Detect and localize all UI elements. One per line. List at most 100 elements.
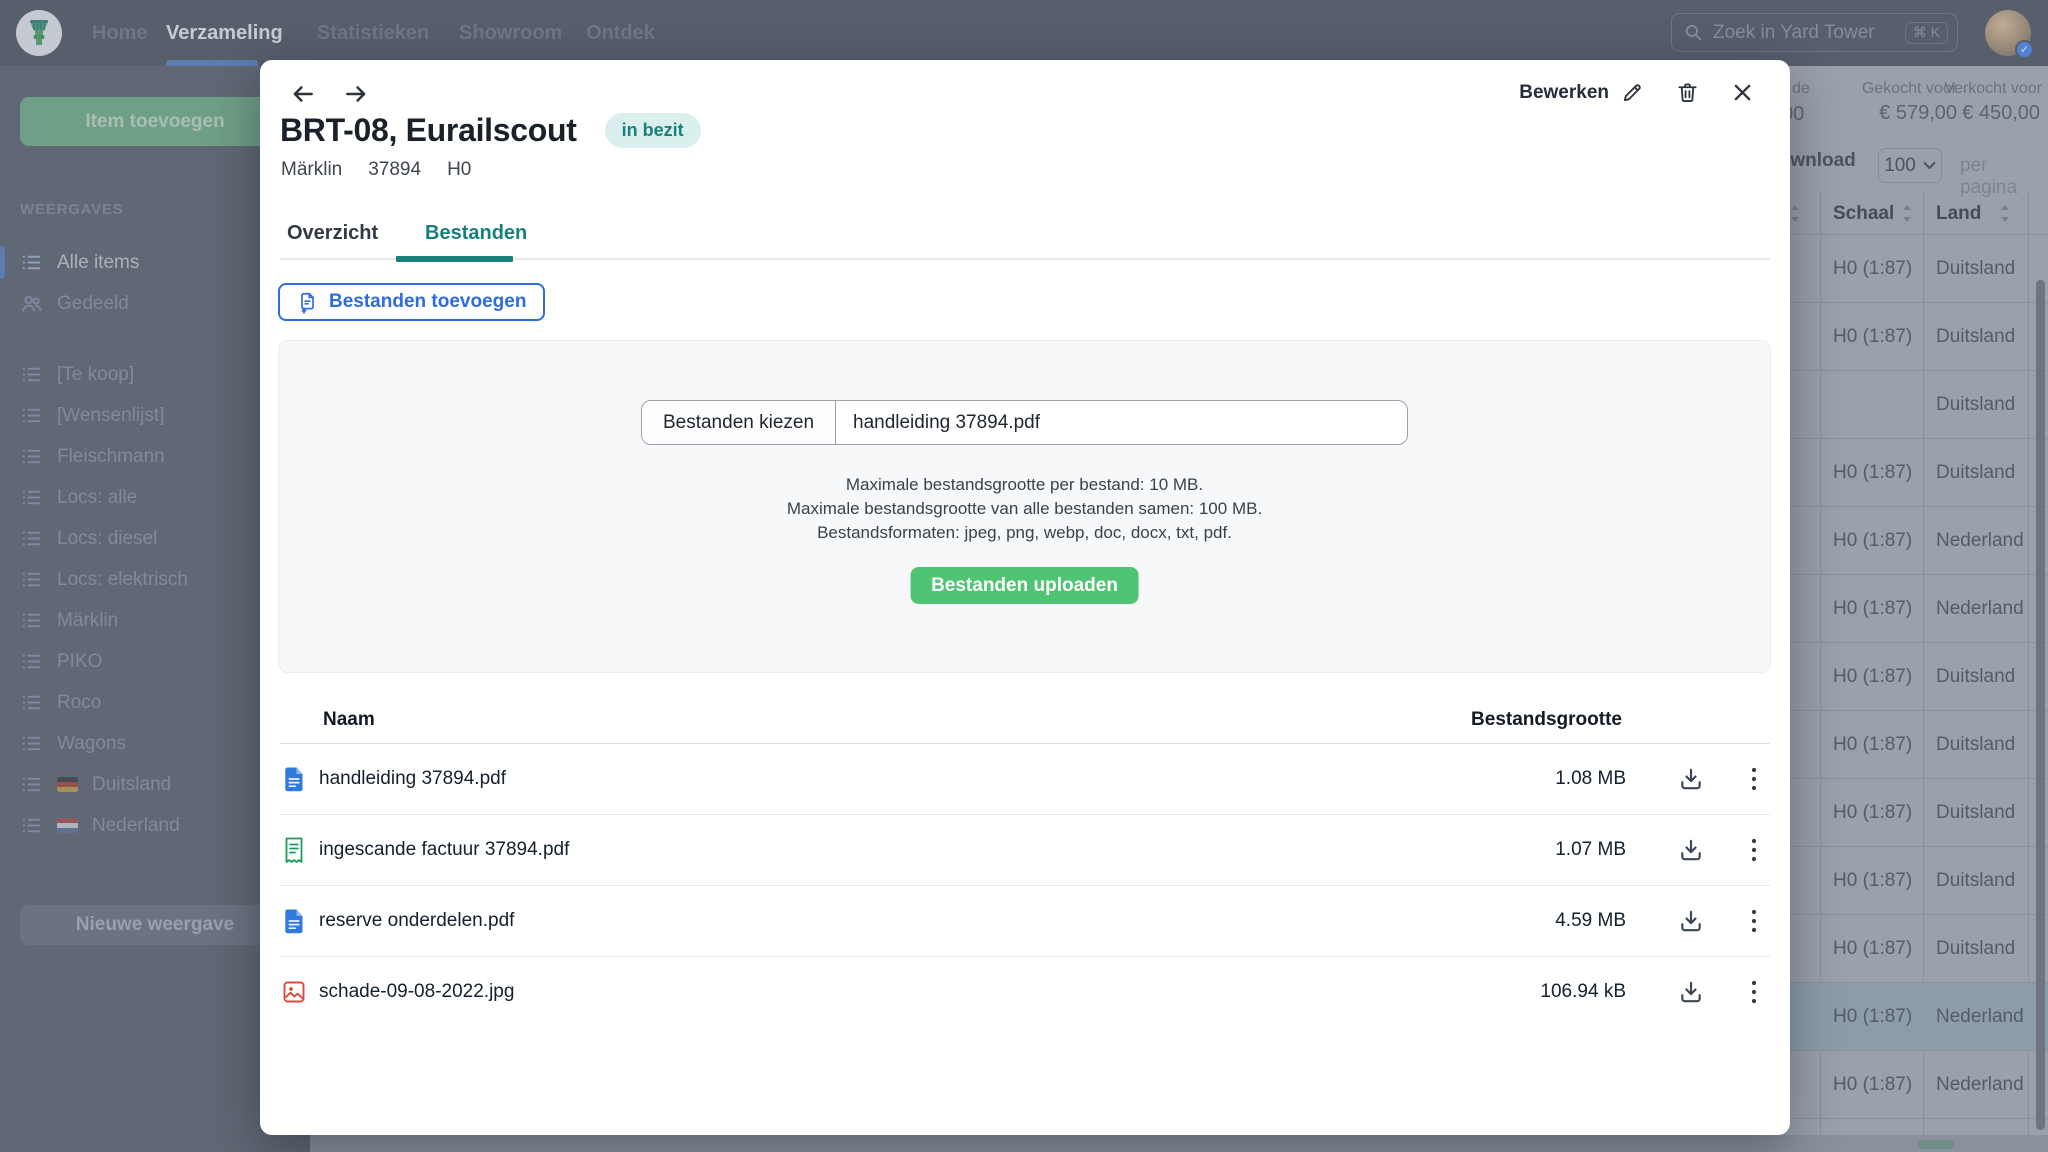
forward-arrow-button[interactable] [343, 81, 369, 107]
active-tab-underline [396, 256, 513, 262]
cell-land: Duitsland [1936, 394, 2015, 416]
nav-item-verzameling[interactable]: Verzameling [166, 0, 283, 66]
tab-bestanden[interactable]: Bestanden [425, 210, 527, 256]
upload-files-button[interactable]: Bestanden uploaden [910, 567, 1139, 604]
meta-brand: Märklin [281, 159, 342, 181]
sidebar-item-label: [Te koop] [57, 364, 134, 386]
file-size: 1.07 MB [1496, 839, 1626, 861]
image-file-icon [282, 979, 306, 1006]
file-name: handleiding 37894.pdf [319, 768, 506, 790]
cell-land: Nederland [1936, 530, 2024, 552]
rule-max-per-file: Maximale bestandsgrootte per bestand: 10… [279, 473, 1770, 497]
add-files-button[interactable]: Bestanden toevoegen [278, 283, 545, 321]
nav-item-home[interactable]: Home [92, 0, 148, 66]
bought-for-label: Gekocht voor [1862, 80, 1957, 98]
sidebar-item-label: Locs: alle [57, 487, 137, 509]
cell-land: Duitsland [1936, 734, 2015, 756]
page-size-select[interactable]: 100 [1878, 148, 1942, 183]
column-header-schaal[interactable]: Schaal [1833, 192, 1894, 235]
edit-button[interactable]: Bewerken [1519, 81, 1644, 104]
new-view-button[interactable]: Nieuwe weergave [20, 905, 290, 945]
receipt-icon [282, 837, 306, 864]
sidebar-item-label: Duitsland [92, 774, 171, 796]
app-logo[interactable] [16, 10, 62, 56]
list-icon [20, 568, 43, 591]
upload-panel: Bestanden kiezen handleiding 37894.pdf M… [278, 340, 1771, 673]
nav-item-showroom[interactable]: Showroom [459, 0, 562, 66]
file-row[interactable]: ingescande factuur 37894.pdf 1.07 MB [280, 815, 1770, 886]
list-icon [20, 527, 43, 550]
delete-trash-button[interactable] [1676, 81, 1699, 104]
cell-schaal: H0 (1:87) [1833, 666, 1912, 688]
choose-files-button[interactable]: Bestanden kiezen [642, 401, 836, 444]
item-detail-modal: Bewerken BRT-08, Eurailscout in bezit Mä… [260, 60, 1790, 1135]
germany-flag-icon [57, 777, 78, 792]
nav-item-ontdek[interactable]: Ontdek [586, 0, 655, 66]
cell-schaal: H0 (1:87) [1833, 870, 1912, 892]
bought-for-value: € 579,00 [1879, 102, 1957, 125]
list-icon [20, 404, 43, 427]
sidebar-item-label: Gedeeld [57, 293, 129, 315]
sort-icon[interactable] [1998, 203, 2012, 224]
cell-schaal: H0 (1:87) [1833, 326, 1912, 348]
row-menu-kebab-icon[interactable] [1742, 837, 1766, 863]
size-column-header: Bestandsgrootte [1471, 700, 1622, 743]
download-icon[interactable] [1678, 837, 1704, 863]
pencil-icon [1621, 81, 1644, 104]
cut-column-header-fragment: de [1792, 80, 1810, 98]
list-icon [20, 251, 43, 274]
sort-icon[interactable] [1900, 203, 1914, 224]
file-size: 4.59 MB [1496, 910, 1626, 932]
row-menu-kebab-icon[interactable] [1742, 766, 1766, 792]
selected-file-name: handleiding 37894.pdf [836, 401, 1040, 444]
file-row[interactable]: handleiding 37894.pdf 1.08 MB [280, 744, 1770, 815]
water-tower-icon [25, 18, 53, 48]
tab-overzicht[interactable]: Overzicht [287, 210, 378, 256]
netherlands-flag-icon [57, 818, 78, 833]
download-icon[interactable] [1678, 908, 1704, 934]
list-icon [20, 609, 43, 632]
search-input[interactable]: Zoek in Yard Tower ⌘ K [1671, 13, 1958, 52]
verified-check-icon: ✓ [2015, 40, 2034, 59]
column-header-land[interactable]: Land [1936, 192, 1981, 235]
close-button[interactable] [1731, 81, 1754, 104]
row-menu-kebab-icon[interactable] [1742, 908, 1766, 934]
files-table-header: Naam Bestandsgrootte [280, 700, 1770, 744]
nav-item-statistieken[interactable]: Statistieken [317, 0, 429, 66]
meta-number: 37894 [368, 159, 421, 181]
add-files-label: Bestanden toevoegen [329, 291, 526, 313]
sidebar-item-label: Nederland [92, 815, 180, 837]
file-row[interactable]: schade-09-08-2022.jpg 106.94 kB [280, 957, 1770, 1027]
rule-formats: Bestandsformaten: jpeg, png, webp, doc, … [279, 521, 1770, 545]
download-icon[interactable] [1678, 766, 1704, 792]
download-icon[interactable] [1678, 979, 1704, 1005]
top-nav: Home Verzameling Statistieken Showroom O… [0, 0, 2048, 66]
file-name: reserve onderdelen.pdf [319, 910, 514, 932]
avatar[interactable]: ✓ [1985, 10, 2031, 56]
name-column-header: Naam [323, 700, 375, 743]
page-size-value: 100 [1884, 155, 1916, 177]
modal-actions: Bewerken [1519, 81, 1754, 104]
cell-schaal: H0 (1:87) [1833, 1006, 1912, 1028]
sidebar-item-label: Locs: elektrisch [57, 569, 188, 591]
sidebar-item-label: PIKO [57, 651, 102, 673]
page-footer-strip [310, 1135, 2048, 1152]
sidebar-item-label: [Wensenlijst] [57, 405, 164, 427]
item-meta: Märklin 37894 H0 [281, 159, 471, 181]
file-row[interactable]: reserve onderdelen.pdf 4.59 MB [280, 886, 1770, 957]
add-item-button[interactable]: Item toevoegen [20, 97, 290, 146]
pdf-document-icon [282, 766, 306, 793]
list-icon [20, 732, 43, 755]
cell-schaal: H0 (1:87) [1833, 802, 1912, 824]
search-placeholder: Zoek in Yard Tower [1713, 22, 1895, 44]
list-icon [20, 814, 43, 837]
list-icon [20, 773, 43, 796]
file-input[interactable]: Bestanden kiezen handleiding 37894.pdf [641, 400, 1408, 445]
list-icon [20, 363, 43, 386]
sidebar-item-label: Roco [57, 692, 101, 714]
sort-icon[interactable] [1788, 203, 1802, 224]
back-arrow-button[interactable] [290, 81, 316, 107]
row-menu-kebab-icon[interactable] [1742, 979, 1766, 1005]
file-size: 1.08 MB [1496, 768, 1626, 790]
scrollbar-thumb[interactable] [2036, 280, 2045, 1130]
